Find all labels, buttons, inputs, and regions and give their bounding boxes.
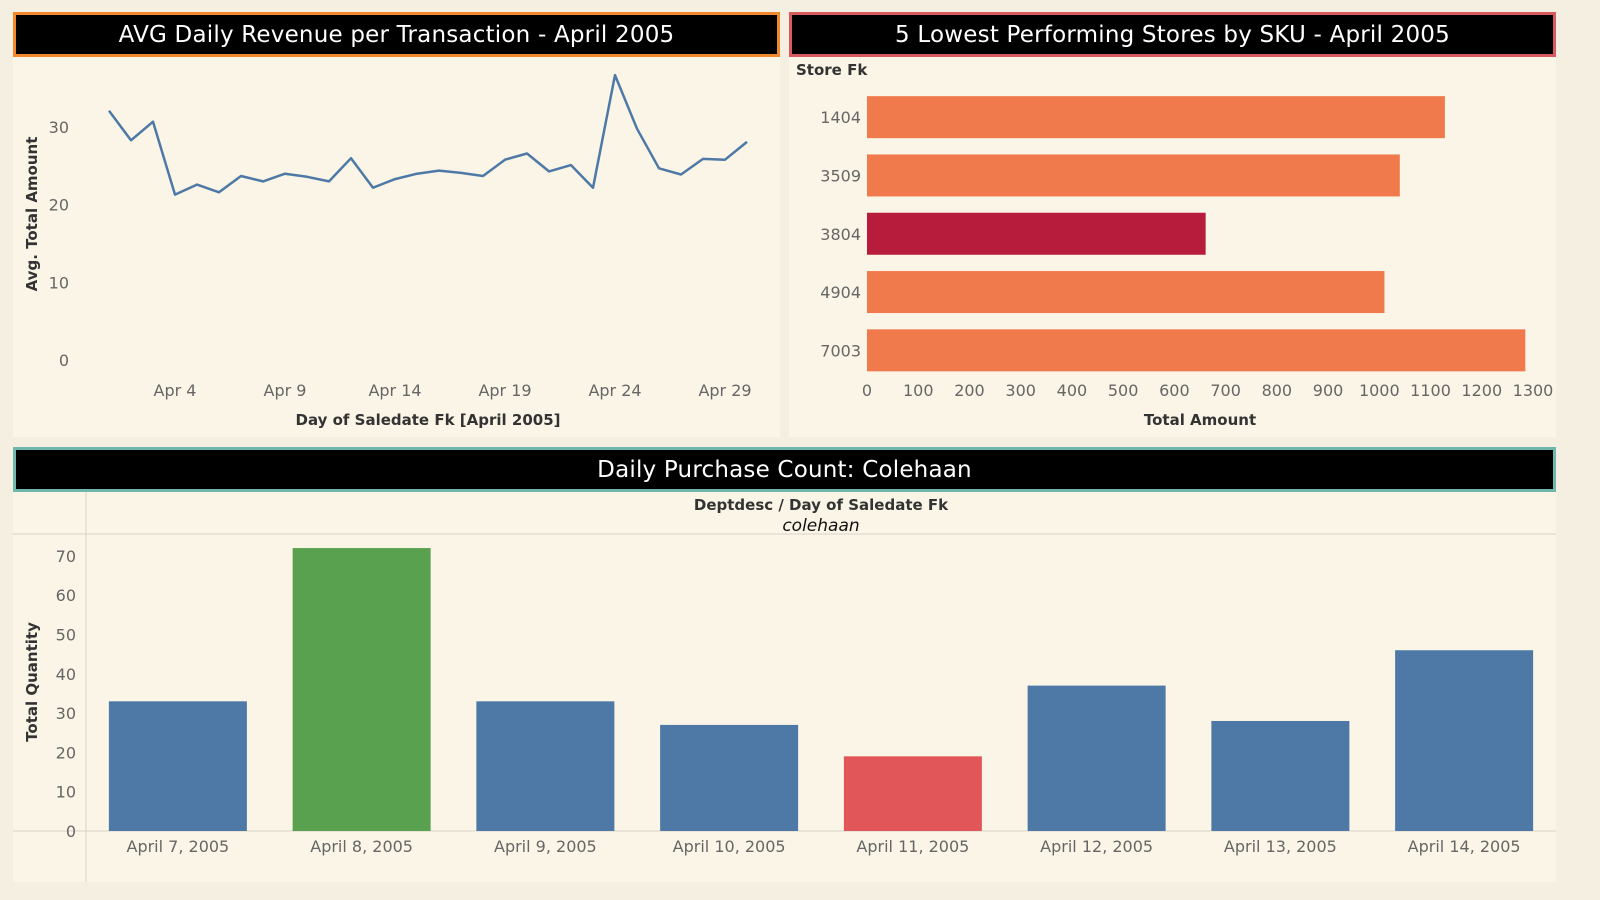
y-tick-label: 30 xyxy=(49,118,69,137)
y-tick-label: 10 xyxy=(56,783,76,802)
series-line xyxy=(107,73,748,196)
quantity-bar xyxy=(1395,650,1534,831)
x-tick-label: 700 xyxy=(1210,381,1241,400)
quantity-bar xyxy=(843,756,982,831)
x-tick-label: Apr 9 xyxy=(264,381,307,400)
x-tick-label: 1100 xyxy=(1410,381,1451,400)
x-tick-label: April 7, 2005 xyxy=(127,837,230,856)
x-tick-label: 0 xyxy=(862,381,872,400)
store-bar xyxy=(867,154,1400,197)
x-tick-label: April 9, 2005 xyxy=(494,837,597,856)
column-header: Deptdesc / Day of Saledate Fk xyxy=(694,496,949,514)
row-header: Store Fk xyxy=(796,61,868,79)
quantity-bar xyxy=(1027,685,1166,831)
quantity-bar xyxy=(476,701,615,831)
y-tick-label: 20 xyxy=(49,196,69,215)
x-tick-label: Apr 14 xyxy=(368,381,421,400)
bar-chart-title: 5 Lowest Performing Stores by SKU - Apri… xyxy=(789,12,1556,57)
y-tick-label: 10 xyxy=(49,273,69,292)
x-axis-title: Total Amount xyxy=(1144,411,1256,429)
x-tick-label: 400 xyxy=(1057,381,1088,400)
x-tick-label: 1300 xyxy=(1513,381,1554,400)
x-tick-label: Apr 4 xyxy=(154,381,197,400)
x-tick-label: April 11, 2005 xyxy=(856,837,969,856)
y-tick-label: 50 xyxy=(56,626,76,645)
x-tick-label: 500 xyxy=(1108,381,1139,400)
x-tick-label: April 12, 2005 xyxy=(1040,837,1153,856)
x-tick-label: April 8, 2005 xyxy=(310,837,413,856)
x-tick-label: 1000 xyxy=(1359,381,1400,400)
y-tick-label: 70 xyxy=(56,547,76,566)
y-axis-title: Avg. Total Amount xyxy=(23,137,41,292)
x-tick-label: 900 xyxy=(1313,381,1344,400)
store-bar-chart[interactable]: Store Fk 1404 3509 3804 4904 7003 0 100 200 300 40… xyxy=(789,57,1556,437)
store-label: 4904 xyxy=(820,283,861,302)
x-tick-label: Apr 29 xyxy=(698,381,751,400)
x-tick-label: 200 xyxy=(954,381,985,400)
store-bar xyxy=(867,96,1445,139)
y-tick-label: 60 xyxy=(56,586,76,605)
x-tick-label: 300 xyxy=(1005,381,1036,400)
quantity-bar xyxy=(108,701,247,831)
y-tick-label: 0 xyxy=(59,351,69,370)
store-label: 1404 xyxy=(820,108,861,127)
x-tick-label: April 13, 2005 xyxy=(1224,837,1337,856)
y-tick-label: 30 xyxy=(56,704,76,723)
line-chart[interactable]: 0 10 20 30 Apr 4 Apr 9 Apr 14 Apr 19 Apr 24 Apr 2… xyxy=(13,57,780,437)
quantity-bar xyxy=(1211,720,1350,831)
x-tick-label: 600 xyxy=(1159,381,1190,400)
store-label: 3804 xyxy=(820,225,861,244)
x-tick-label: 100 xyxy=(903,381,934,400)
quantity-bar xyxy=(660,724,799,831)
y-tick-label: 40 xyxy=(56,665,76,684)
quantity-bar xyxy=(292,548,431,831)
y-tick-label: 0 xyxy=(66,822,76,841)
store-bar xyxy=(867,212,1206,255)
store-label: 7003 xyxy=(820,341,861,360)
store-bar xyxy=(867,271,1385,314)
x-tick-label: April 14, 2005 xyxy=(1408,837,1521,856)
store-label: 3509 xyxy=(820,166,861,185)
x-tick-label: 1200 xyxy=(1461,381,1502,400)
x-tick-label: April 10, 2005 xyxy=(673,837,786,856)
y-tick-label: 20 xyxy=(56,743,76,762)
x-tick-label: Apr 19 xyxy=(478,381,531,400)
store-bar xyxy=(867,329,1526,372)
y-axis-title: Total Quantity xyxy=(23,622,41,742)
purchase-chart-title: Daily Purchase Count: Colehaan xyxy=(13,447,1556,492)
purchase-bar-chart[interactable]: Deptdesc / Day of Saledate Fk colehaan 0 10… xyxy=(13,492,1556,882)
line-chart-title: AVG Daily Revenue per Transaction - Apri… xyxy=(13,12,780,57)
x-tick-label: 800 xyxy=(1262,381,1293,400)
x-axis-title: Day of Saledate Fk [April 2005] xyxy=(296,411,561,429)
column-subheader: colehaan xyxy=(782,516,859,536)
x-tick-label: Apr 24 xyxy=(588,381,641,400)
